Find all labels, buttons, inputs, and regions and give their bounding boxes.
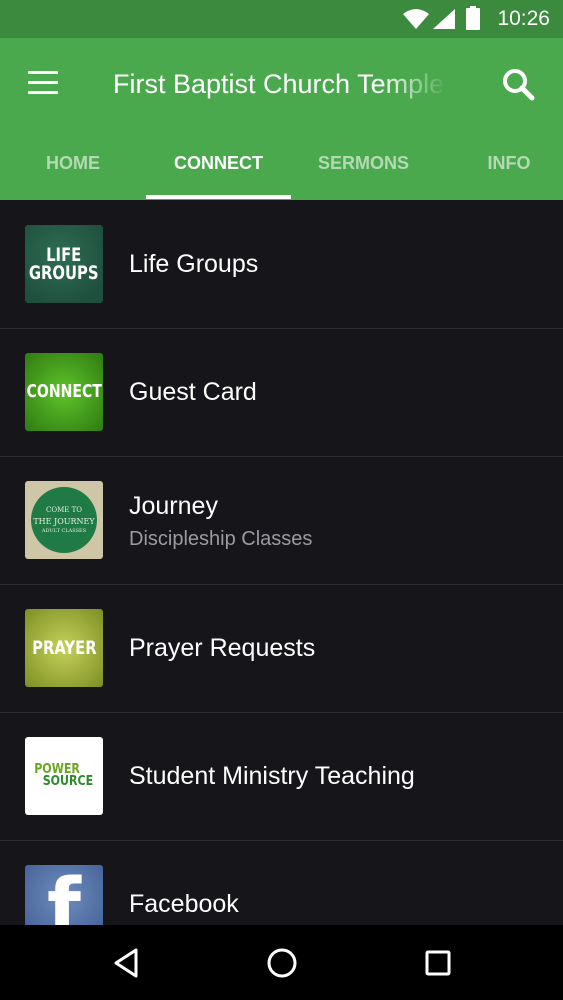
tab-bar: HOME CONNECT SERMONS INFO bbox=[0, 138, 563, 200]
list-item-prayer-requests[interactable]: PRAYER Prayer Requests bbox=[0, 584, 563, 713]
active-tab-indicator bbox=[146, 195, 291, 199]
page-title: First Baptist Church Temple bbox=[113, 69, 445, 99]
home-icon bbox=[267, 948, 297, 978]
recents-icon bbox=[425, 950, 451, 976]
guest-card-thumbnail: CONNECT bbox=[25, 353, 103, 431]
search-button[interactable] bbox=[496, 62, 542, 108]
connect-list: LIFE GROUPS Life Groups CONNECT Guest Ca… bbox=[0, 200, 563, 925]
status-bar: 10:26 bbox=[0, 0, 563, 38]
system-nav-bar bbox=[0, 925, 563, 1000]
life-groups-thumbnail: LIFE GROUPS bbox=[25, 225, 103, 303]
list-item-journey[interactable]: COME TO THE JOURNEY ADULT CLASSES Journe… bbox=[0, 456, 563, 585]
wifi-icon bbox=[403, 9, 429, 29]
recents-button[interactable] bbox=[418, 943, 458, 983]
power-source-logo: POWER SOURCE bbox=[35, 762, 94, 789]
back-icon bbox=[114, 948, 138, 978]
list-item-label: Student Ministry Teaching bbox=[129, 762, 415, 790]
journey-thumbnail: COME TO THE JOURNEY ADULT CLASSES bbox=[25, 481, 103, 559]
list-item-label: Life Groups bbox=[129, 250, 259, 278]
search-icon bbox=[503, 69, 535, 101]
facebook-icon: f bbox=[47, 865, 81, 925]
journey-badge: COME TO THE JOURNEY ADULT CLASSES bbox=[31, 487, 97, 553]
home-button[interactable] bbox=[262, 943, 302, 983]
power-source-thumbnail: POWER SOURCE bbox=[25, 737, 103, 815]
list-item-label: Prayer Requests bbox=[129, 634, 316, 662]
list-item-label: Facebook bbox=[129, 890, 239, 918]
list-item-label: Journey bbox=[129, 492, 218, 520]
cell-signal-icon bbox=[433, 9, 455, 29]
facebook-thumbnail: f bbox=[25, 865, 103, 925]
prayer-thumbnail: PRAYER bbox=[25, 609, 103, 687]
thumb-text: PRAYER bbox=[31, 636, 97, 659]
thumb-text-line: COME TO bbox=[45, 506, 82, 514]
list-item-label: Guest Card bbox=[129, 378, 257, 406]
list-item-guest-card[interactable]: CONNECT Guest Card bbox=[0, 328, 563, 457]
tab-connect[interactable]: CONNECT bbox=[146, 138, 291, 200]
thumb-text-line: GROUPS bbox=[29, 262, 99, 284]
menu-icon-bar bbox=[28, 91, 58, 94]
list-item-life-groups[interactable]: LIFE GROUPS Life Groups bbox=[0, 200, 563, 329]
thumb-text: CONNECT bbox=[26, 381, 102, 403]
tab-info[interactable]: INFO bbox=[436, 138, 563, 200]
app-bar: First Baptist Church Temple HOME CONNECT… bbox=[0, 38, 563, 200]
thumb-text-line: ADULT CLASSES bbox=[41, 527, 87, 534]
tab-home[interactable]: HOME bbox=[0, 138, 146, 200]
menu-button[interactable] bbox=[22, 62, 64, 104]
menu-icon-bar bbox=[28, 81, 58, 84]
thumb-text-line: THE JOURNEY bbox=[33, 516, 95, 526]
list-item-sublabel: Discipleship Classes bbox=[129, 528, 313, 550]
list-item-facebook[interactable]: f Facebook bbox=[0, 840, 563, 925]
battery-icon bbox=[466, 6, 480, 30]
tab-sermons[interactable]: SERMONS bbox=[291, 138, 436, 200]
back-button[interactable] bbox=[106, 943, 146, 983]
clock: 10:26 bbox=[497, 7, 550, 30]
menu-icon bbox=[28, 71, 58, 74]
thumb-text-line: SOURCE bbox=[43, 774, 94, 789]
list-item-student-ministry[interactable]: POWER SOURCE Student Ministry Teaching bbox=[0, 712, 563, 841]
